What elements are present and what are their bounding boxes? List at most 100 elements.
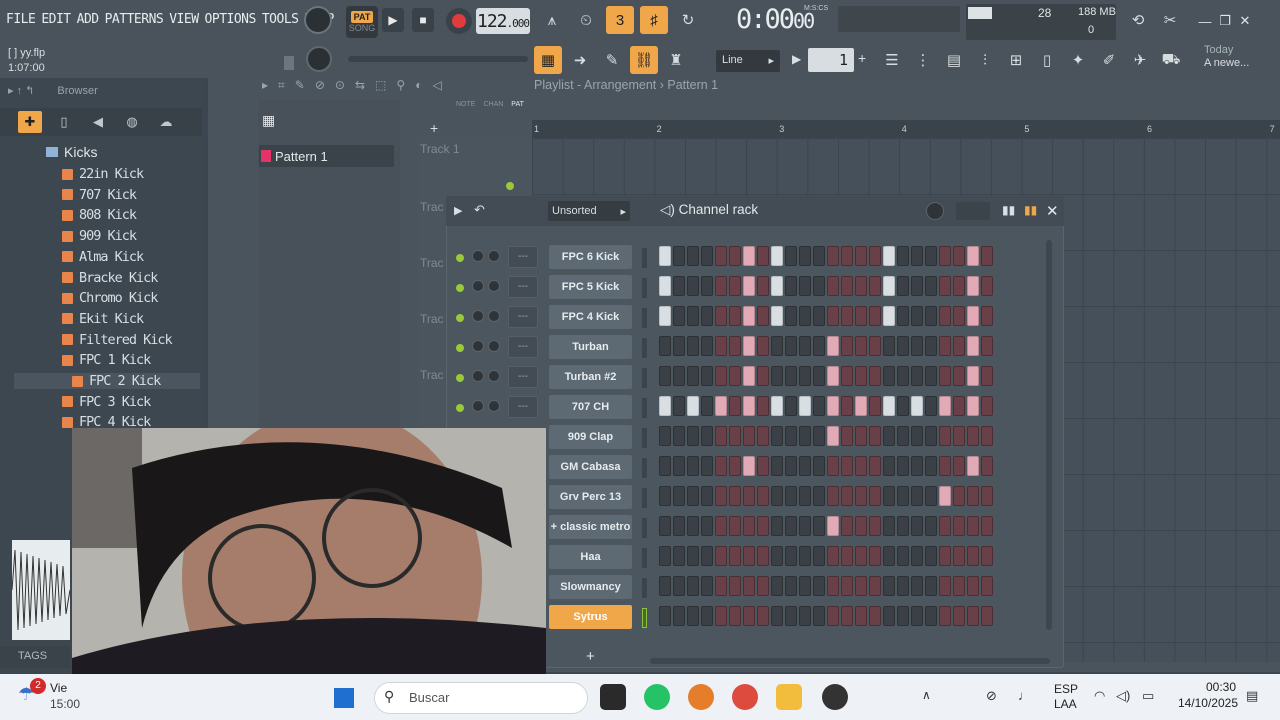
step-button[interactable] xyxy=(799,426,811,446)
globe-icon[interactable]: ◍ xyxy=(120,111,144,133)
step-button[interactable] xyxy=(757,396,769,416)
step-button[interactable] xyxy=(743,366,755,386)
step-button[interactable] xyxy=(925,426,937,446)
step-button[interactable] xyxy=(911,276,923,296)
step-button[interactable] xyxy=(771,246,783,266)
step-button[interactable] xyxy=(729,426,741,446)
step-button[interactable] xyxy=(855,576,867,596)
piano-keys-icon[interactable]: ▦ xyxy=(534,46,562,74)
step-button[interactable] xyxy=(869,576,881,596)
step-button[interactable] xyxy=(715,366,727,386)
menu-view[interactable]: VIEW xyxy=(169,12,199,27)
rack-vertical-scrollbar[interactable] xyxy=(1046,240,1052,630)
step-button[interactable] xyxy=(813,516,825,536)
step-button[interactable] xyxy=(673,576,685,596)
step-button[interactable] xyxy=(925,486,937,506)
step-button[interactable] xyxy=(827,606,839,626)
step-button[interactable] xyxy=(841,426,853,446)
pitch-slider[interactable] xyxy=(348,56,528,62)
menu-edit[interactable]: EDIT xyxy=(41,12,71,27)
obs-icon[interactable] xyxy=(822,684,848,710)
channel-select-indicator[interactable] xyxy=(642,368,647,388)
step-button[interactable] xyxy=(981,606,993,626)
channel-pan-knob[interactable] xyxy=(488,400,500,412)
step-button[interactable] xyxy=(729,336,741,356)
step-button[interactable] xyxy=(925,546,937,566)
channel-volume-knob[interactable] xyxy=(472,250,484,262)
channel-mute-led[interactable] xyxy=(456,254,464,262)
step-button[interactable] xyxy=(729,366,741,386)
channel-select-indicator[interactable] xyxy=(642,338,647,358)
project-icon[interactable]: ▯ xyxy=(52,111,76,133)
step-button[interactable] xyxy=(743,546,755,566)
step-button[interactable] xyxy=(771,276,783,296)
stamp-icon[interactable]: ♜ xyxy=(662,46,690,74)
channel-select-indicator[interactable] xyxy=(642,458,647,478)
step-button[interactable] xyxy=(813,306,825,326)
step-button[interactable] xyxy=(981,336,993,356)
blend-notes-icon[interactable]: ♯ xyxy=(640,6,668,34)
step-button[interactable] xyxy=(981,366,993,386)
browser-item[interactable]: 808 Kick xyxy=(62,207,137,223)
step-button[interactable] xyxy=(701,426,713,446)
note-label[interactable]: NOTE xyxy=(456,101,475,108)
playlist-icon[interactable]: ☰ xyxy=(878,46,906,74)
step-button[interactable] xyxy=(841,456,853,476)
channel-name-button[interactable]: FPC 5 Kick xyxy=(549,275,632,299)
step-button[interactable] xyxy=(897,396,909,416)
step-button[interactable] xyxy=(967,276,979,296)
link-icon[interactable]: ⛓ xyxy=(630,46,658,74)
step-button[interactable] xyxy=(715,276,727,296)
step-button[interactable] xyxy=(939,486,951,506)
arrow-right-icon[interactable]: ➜ xyxy=(566,46,594,74)
step-button[interactable] xyxy=(771,366,783,386)
step-button[interactable] xyxy=(785,246,797,266)
file-icon[interactable]: ▯ xyxy=(1033,46,1061,74)
channel-select-indicator[interactable] xyxy=(642,548,647,568)
step-button[interactable] xyxy=(827,276,839,296)
step-button[interactable] xyxy=(743,336,755,356)
step-button[interactable] xyxy=(715,486,727,506)
browser-icon[interactable]: ⊞ xyxy=(1002,46,1030,74)
step-button[interactable] xyxy=(729,576,741,596)
step-button[interactable] xyxy=(799,486,811,506)
step-button[interactable] xyxy=(799,306,811,326)
step-button[interactable] xyxy=(729,486,741,506)
channel-select-indicator[interactable] xyxy=(642,488,647,508)
step-button[interactable] xyxy=(953,396,965,416)
step-button[interactable] xyxy=(659,546,671,566)
step-button[interactable] xyxy=(827,576,839,596)
step-button[interactable] xyxy=(925,516,937,536)
track-led[interactable] xyxy=(506,182,514,190)
step-button[interactable] xyxy=(715,576,727,596)
channel-name-button[interactable]: Haa xyxy=(549,545,632,569)
step-button[interactable] xyxy=(701,516,713,536)
step-button[interactable] xyxy=(883,546,895,566)
record-button[interactable] xyxy=(446,8,472,34)
step-button[interactable] xyxy=(687,486,699,506)
step-button[interactable] xyxy=(981,486,993,506)
step-button[interactable] xyxy=(687,516,699,536)
playback-icon[interactable]: ◐ xyxy=(415,78,422,93)
step-button[interactable] xyxy=(827,336,839,356)
step-button[interactable] xyxy=(757,336,769,356)
step-button[interactable] xyxy=(659,516,671,536)
step-button[interactable] xyxy=(743,606,755,626)
browser-item[interactable]: FPC 2 Kick xyxy=(14,373,200,389)
step-button[interactable] xyxy=(757,486,769,506)
step-button[interactable] xyxy=(743,276,755,296)
group-filter[interactable]: Unsorted ▸ xyxy=(548,201,630,221)
step-button[interactable] xyxy=(687,396,699,416)
channel-mute-led[interactable] xyxy=(456,314,464,322)
step-button[interactable] xyxy=(827,246,839,266)
step-button[interactable] xyxy=(659,606,671,626)
step-button[interactable] xyxy=(715,516,727,536)
step-button[interactable] xyxy=(785,606,797,626)
channel-pan-knob[interactable] xyxy=(488,310,500,322)
step-button[interactable] xyxy=(813,246,825,266)
step-button[interactable] xyxy=(771,306,783,326)
step-button[interactable] xyxy=(855,546,867,566)
menu-add[interactable]: ADD xyxy=(77,12,99,27)
step-button[interactable] xyxy=(925,366,937,386)
step-button[interactable] xyxy=(953,606,965,626)
